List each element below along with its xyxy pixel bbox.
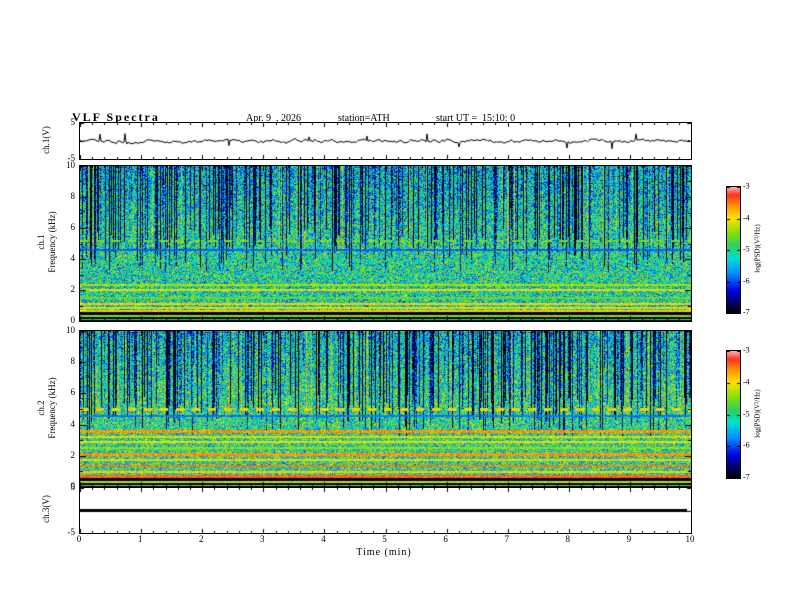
yaxis-tick-label: 4 — [70, 418, 76, 429]
colorbar-tick-label: -3 — [743, 345, 750, 355]
colorbar-tick-label: -3 — [743, 181, 750, 191]
xaxis-tick-label: 4 — [321, 534, 326, 544]
xaxis-tick-label: 6 — [443, 534, 448, 544]
ylabel-ch2-frequency: ch.2 Frequency (kHz) — [36, 377, 57, 439]
xaxis-tick-label: 1 — [137, 534, 143, 544]
yaxis-tick-label: 5 — [70, 482, 76, 492]
xaxis-tick-label: 5 — [382, 534, 387, 544]
xaxis-tick-label: 3 — [260, 534, 265, 544]
xaxis-tick-label: 2 — [198, 534, 204, 544]
colorbar-tick-label: -4 — [743, 213, 750, 222]
yaxis-tick-label: -5 — [67, 527, 76, 537]
yaxis-tick-label: 8 — [70, 191, 76, 201]
ylabel-ch1-voltage: ch.1(V) — [41, 126, 51, 154]
xaxis-tick-label: 7 — [504, 534, 509, 544]
xaxis-tick-label: 0 — [76, 534, 82, 544]
yaxis-tick-label: 6 — [70, 387, 76, 398]
colorbar-ch2-title: log(PSD)(V²/Hz) — [753, 389, 762, 438]
colorbar-tick-label: -6 — [743, 440, 750, 450]
yaxis-tick-label: 0 — [70, 315, 76, 325]
colorbar-tick-label: -5 — [743, 409, 750, 418]
colorbar-ch1-canvas — [727, 187, 740, 313]
colorbar-ch1-title: log(PSD)(V²/Hz) — [753, 224, 762, 273]
panel-ch1-waveform — [79, 122, 692, 160]
colorbar-tick-label: -5 — [743, 244, 750, 254]
yaxis-tick-label: 2 — [70, 449, 76, 460]
vlf-spectra-plot: VLF Spectra Apr. 9 , 2026 station=ATH st… — [0, 0, 792, 612]
xaxis-tick-label: 9 — [626, 534, 632, 544]
xaxis-tick-label: 10 — [685, 534, 695, 544]
xaxis-title: Time (min) — [356, 547, 412, 558]
colorbar-tick-label: -4 — [743, 377, 750, 387]
colorbar-tick-label: -7 — [743, 307, 750, 317]
xaxis-tick-label: 8 — [565, 534, 571, 544]
yaxis-tick-label: 8 — [70, 356, 76, 367]
panel-ch1-spectrogram — [79, 165, 692, 322]
yaxis-tick-label: 4 — [70, 253, 76, 263]
yaxis-tick-label: 6 — [70, 222, 76, 232]
ylabel-ch3-voltage: ch.3(V) — [41, 495, 51, 523]
ch2-spectrogram-canvas — [80, 331, 691, 487]
colorbar-ch1 — [726, 186, 741, 314]
yaxis-tick-label: 10 — [66, 160, 75, 170]
yaxis-tick-label: 10 — [66, 325, 75, 335]
colorbar-tick-label: -6 — [743, 276, 750, 285]
yaxis-tick-label: 5 — [70, 117, 76, 127]
ch1-waveform-canvas — [80, 123, 691, 159]
colorbar-ch2 — [726, 350, 741, 479]
panel-ch3-waveform — [79, 487, 692, 534]
ylabel-ch1-frequency: ch.1 Frequency (kHz) — [36, 211, 57, 273]
colorbar-tick-label: -7 — [743, 472, 750, 482]
colorbar-ch2-canvas — [727, 351, 740, 478]
ch3-waveform-canvas — [80, 488, 691, 533]
yaxis-tick-label: 2 — [70, 284, 76, 294]
ch1-spectrogram-canvas — [80, 166, 691, 321]
panel-ch2-spectrogram — [79, 330, 692, 488]
